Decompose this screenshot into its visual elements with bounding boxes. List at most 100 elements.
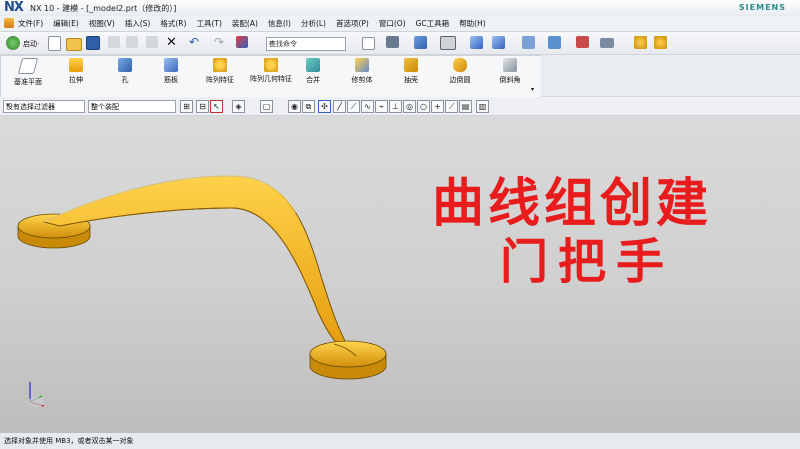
general-selection-icon[interactable]: ↖ (210, 100, 223, 113)
undo-icon[interactable]: ↶ (189, 35, 199, 49)
paste-icon[interactable] (146, 36, 158, 48)
measure-distance-icon[interactable] (576, 36, 589, 48)
chamfer-label: 倒斜角 (499, 76, 521, 84)
select-all-icon[interactable]: ⊞ (180, 100, 193, 113)
start-button-label[interactable]: 启动· (23, 39, 39, 49)
orient-view-icon[interactable] (386, 36, 399, 48)
control-point-icon[interactable]: ∿ (361, 100, 374, 113)
graphics-window[interactable]: 曲线组创建 门把手 (0, 116, 800, 432)
open-folder-icon[interactable] (66, 38, 82, 51)
view-triad-icon (28, 382, 45, 407)
feature-ribbon: 基准平面 拉伸 孔 筋板 阵列特征 阵列几何特征 合并 修剪体 抽壳 边倒圆 倒… (0, 55, 542, 98)
shell-button[interactable]: 抽壳 (399, 58, 423, 85)
delete-icon[interactable]: ✕ (166, 35, 177, 50)
layer-settings-icon[interactable] (470, 36, 483, 49)
show-hide-icon[interactable]: ⧉ (302, 100, 315, 113)
hole-button[interactable]: 孔 (115, 58, 135, 85)
hole-icon (118, 58, 132, 72)
deselect-icon[interactable]: ⊟ (196, 100, 209, 113)
unite-label: 合并 (306, 76, 320, 84)
rib-icon (164, 58, 178, 72)
window-title: NX 10 - 建模 - [_model2.prt（修改的）] (30, 4, 177, 13)
fit-view-icon[interactable] (362, 37, 375, 50)
pattern-feature-button[interactable]: 阵列特征 (201, 58, 239, 85)
menu-edit[interactable]: 编辑(E) (53, 18, 79, 29)
rib-button[interactable]: 筋板 (159, 58, 183, 85)
rectangle-select-icon[interactable]: ▢ (260, 100, 273, 113)
existing-point-icon[interactable]: ○ (417, 100, 430, 113)
selection-filter-dropdown[interactable]: 没有选择过滤器 ▾ (3, 100, 85, 113)
pattern-geometry-label: 阵列几何特征 (250, 75, 292, 83)
menu-bar: 文件(F) 编辑(E) 视图(V) 插入(S) 格式(R) 工具(T) 装配(A… (0, 16, 800, 32)
start-menu-icon[interactable] (4, 18, 14, 28)
pattern-feature-label: 阵列特征 (206, 76, 234, 84)
measure-length-icon[interactable] (600, 38, 614, 48)
pattern-geometry-button[interactable]: 阵列几何特征 (249, 58, 293, 84)
start-icon[interactable] (6, 36, 20, 50)
magnifier-icon[interactable]: ⌕ (269, 38, 343, 48)
menu-format[interactable]: 格式(R) (160, 18, 186, 29)
save-icon[interactable] (86, 36, 100, 50)
copy-object-icon[interactable]: ▥ (476, 100, 489, 113)
rib-label: 筋板 (164, 76, 178, 84)
menu-insert[interactable]: 插入(S) (125, 18, 151, 29)
quadrant-point-icon[interactable]: ◎ (403, 100, 416, 113)
snap-point-icon[interactable]: ✣ (318, 100, 331, 113)
snap-settings-icon[interactable]: ◈ (232, 100, 245, 113)
end-point-icon[interactable]: ╱ (333, 100, 346, 113)
point-on-curve-icon[interactable]: + (431, 100, 444, 113)
edge-blend-button[interactable]: 边倒圆 (445, 58, 475, 85)
copy-icon[interactable] (126, 36, 138, 48)
wcs-icon[interactable] (522, 36, 535, 49)
selection-scope-dropdown[interactable]: 整个装配 ▾ (88, 100, 176, 113)
menu-preferences[interactable]: 首选项(P) (336, 18, 369, 29)
menu-analysis[interactable]: 分析(L) (301, 18, 326, 29)
chevron-down-icon: ▾ (6, 101, 10, 109)
menu-items: 文件(F) 编辑(E) 视图(V) 插入(S) 格式(R) 工具(T) 装配(A… (18, 18, 486, 29)
menu-help[interactable]: 帮助(H) (459, 18, 486, 29)
menu-file[interactable]: 文件(F) (18, 18, 43, 29)
selection-options-icon[interactable] (236, 36, 248, 48)
status-bar: 选择对象并使用 MB3，或者双击某一对象 (0, 432, 800, 449)
ribbon-overflow-icon[interactable]: ▾ (531, 86, 534, 93)
redo-icon[interactable]: ↷ (214, 35, 224, 49)
cut-icon[interactable] (108, 36, 120, 48)
gc-toolkit-icon[interactable] (634, 36, 647, 49)
command-finder-input[interactable]: 查找命令 ⌕ (266, 37, 346, 51)
shell-label: 抽壳 (404, 76, 418, 84)
bounded-grid-icon[interactable]: ▤ (459, 100, 472, 113)
nx-logo: NX (4, 0, 24, 15)
datum-plane-button[interactable]: 基准平面 (11, 58, 45, 87)
menu-view[interactable]: 视图(V) (89, 18, 115, 29)
move-layer-icon[interactable] (492, 36, 505, 49)
render-style-icon[interactable] (414, 36, 427, 49)
menu-window[interactable]: 窗口(O) (379, 18, 406, 29)
visibility-icon[interactable]: ◉ (288, 100, 301, 113)
trim-body-button[interactable]: 修剪体 (347, 58, 377, 85)
edge-blend-icon (453, 58, 467, 72)
display-wcs-icon[interactable] (548, 36, 561, 49)
shell-icon (404, 58, 418, 72)
pattern-geometry-icon (264, 58, 278, 72)
chamfer-button[interactable]: 倒斜角 (497, 58, 523, 85)
menu-information[interactable]: 信息(I) (268, 18, 291, 29)
point-on-face-icon[interactable]: ⟋ (445, 100, 458, 113)
edge-blend-label: 边倒圆 (449, 76, 471, 84)
menu-tools[interactable]: 工具(T) (196, 18, 221, 29)
hole-label: 孔 (121, 76, 129, 84)
gc-data-icon[interactable] (654, 36, 667, 49)
extrude-icon (69, 58, 83, 72)
chevron-down-icon: ▾ (91, 101, 95, 109)
new-file-icon[interactable] (48, 36, 61, 51)
chamfer-icon (503, 58, 517, 72)
datum-plane-icon (17, 58, 39, 74)
siemens-brand: SIEMENS (738, 3, 786, 12)
menu-assemblies[interactable]: 装配(A) (232, 18, 258, 29)
arc-center-icon[interactable]: ⊥ (389, 100, 402, 113)
extrude-button[interactable]: 拉伸 (63, 58, 89, 85)
intersection-point-icon[interactable]: ⌁ (375, 100, 388, 113)
unite-button[interactable]: 合并 (301, 58, 325, 85)
mid-point-icon[interactable]: ⟋ (347, 100, 360, 113)
menu-gc-toolkit[interactable]: GC工具箱 (416, 18, 450, 29)
background-icon[interactable] (440, 36, 456, 50)
